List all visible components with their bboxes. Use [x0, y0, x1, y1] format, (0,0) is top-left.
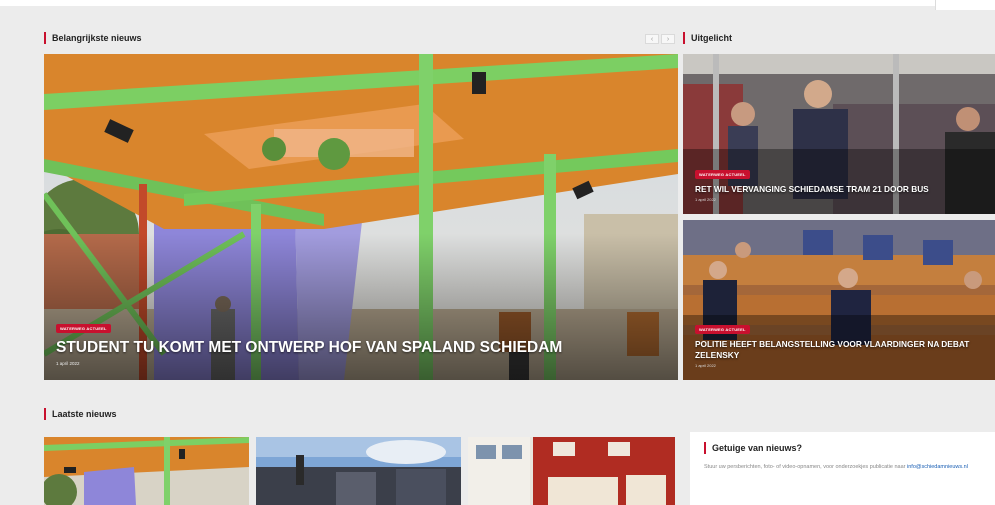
section-accent-bar — [44, 32, 46, 44]
news-tip-title: Getuige van nieuws? — [704, 442, 981, 454]
latest-thumb-3[interactable] — [468, 437, 675, 505]
featured-card-politie[interactable]: WATERWEG ACTUEEL POLITIE HEEFT BELANGSTE… — [683, 220, 995, 380]
section-title-latest: Laatste nieuws — [44, 408, 117, 420]
featured-headline-tram[interactable]: RET WIL VERVANGING SCHIEDAMSE TRAM 21 DO… — [695, 184, 989, 195]
top-bar — [0, 0, 995, 6]
category-tag[interactable]: WATERWEG ACTUEEL — [56, 324, 111, 333]
news-tip-text: Stuur uw persberichten, foto- of video-o… — [704, 463, 981, 471]
featured-date-tram: 1 april 2022 — [695, 197, 716, 202]
featured-caption-politie: WATERWEG ACTUEEL POLITIE HEEFT BELANGSTE… — [695, 318, 989, 368]
section-title-latest-label: Laatste nieuws — [52, 409, 117, 419]
section-title-featured: Uitgelicht — [683, 32, 732, 44]
news-tip-box: Getuige van nieuws? Stuur uw persbericht… — [690, 432, 995, 505]
section-accent-bar — [704, 442, 706, 454]
hero-headline[interactable]: STUDENT TU KOMT MET ONTWERP HOF VAN SPAL… — [56, 339, 562, 357]
section-title-main: Belangrijkste nieuws — [44, 32, 142, 44]
latest-thumb-image-2 — [256, 437, 461, 505]
category-tag[interactable]: WATERWEG ACTUEEL — [695, 170, 750, 179]
section-title-featured-label: Uitgelicht — [691, 33, 733, 43]
section-title-main-label: Belangrijkste nieuws — [52, 33, 142, 43]
news-tip-title-label: Getuige van nieuws? — [712, 443, 803, 453]
latest-thumb-image-1 — [44, 437, 249, 505]
page: Belangrijkste nieuws ‹ › Uitgelicht WATE… — [0, 0, 995, 505]
news-tip-email-link[interactable]: info@schiedamnieuws.nl — [907, 464, 968, 470]
hero-date: 1 april 2022 — [56, 361, 80, 366]
section-accent-bar — [683, 32, 685, 44]
featured-card-tram[interactable]: WATERWEG ACTUEEL RET WIL VERVANGING SCHI… — [683, 54, 995, 214]
section-accent-bar — [44, 408, 46, 420]
top-bar-tab[interactable] — [935, 0, 995, 10]
hero-article[interactable]: WATERWEG ACTUEEL STUDENT TU KOMT MET ONT… — [44, 54, 678, 380]
latest-thumb-image-3 — [468, 437, 675, 505]
carousel-next-button[interactable]: › — [661, 34, 675, 44]
hero-caption: WATERWEG ACTUEEL STUDENT TU KOMT MET ONT… — [56, 317, 562, 366]
carousel-prev-button[interactable]: ‹ — [645, 34, 659, 44]
category-tag[interactable]: WATERWEG ACTUEEL — [695, 325, 750, 334]
latest-thumb-1[interactable] — [44, 437, 249, 505]
news-tip-description: Stuur uw persberichten, foto- of video-o… — [704, 464, 906, 470]
carousel-arrows: ‹ › — [645, 34, 675, 44]
featured-headline-politie[interactable]: POLITIE HEEFT BELANGSTELLING VOOR VLAARD… — [695, 339, 989, 361]
featured-caption-tram: WATERWEG ACTUEEL RET WIL VERVANGING SCHI… — [695, 163, 989, 202]
featured-date-politie: 1 april 2022 — [695, 363, 716, 368]
latest-thumb-2[interactable] — [256, 437, 461, 505]
